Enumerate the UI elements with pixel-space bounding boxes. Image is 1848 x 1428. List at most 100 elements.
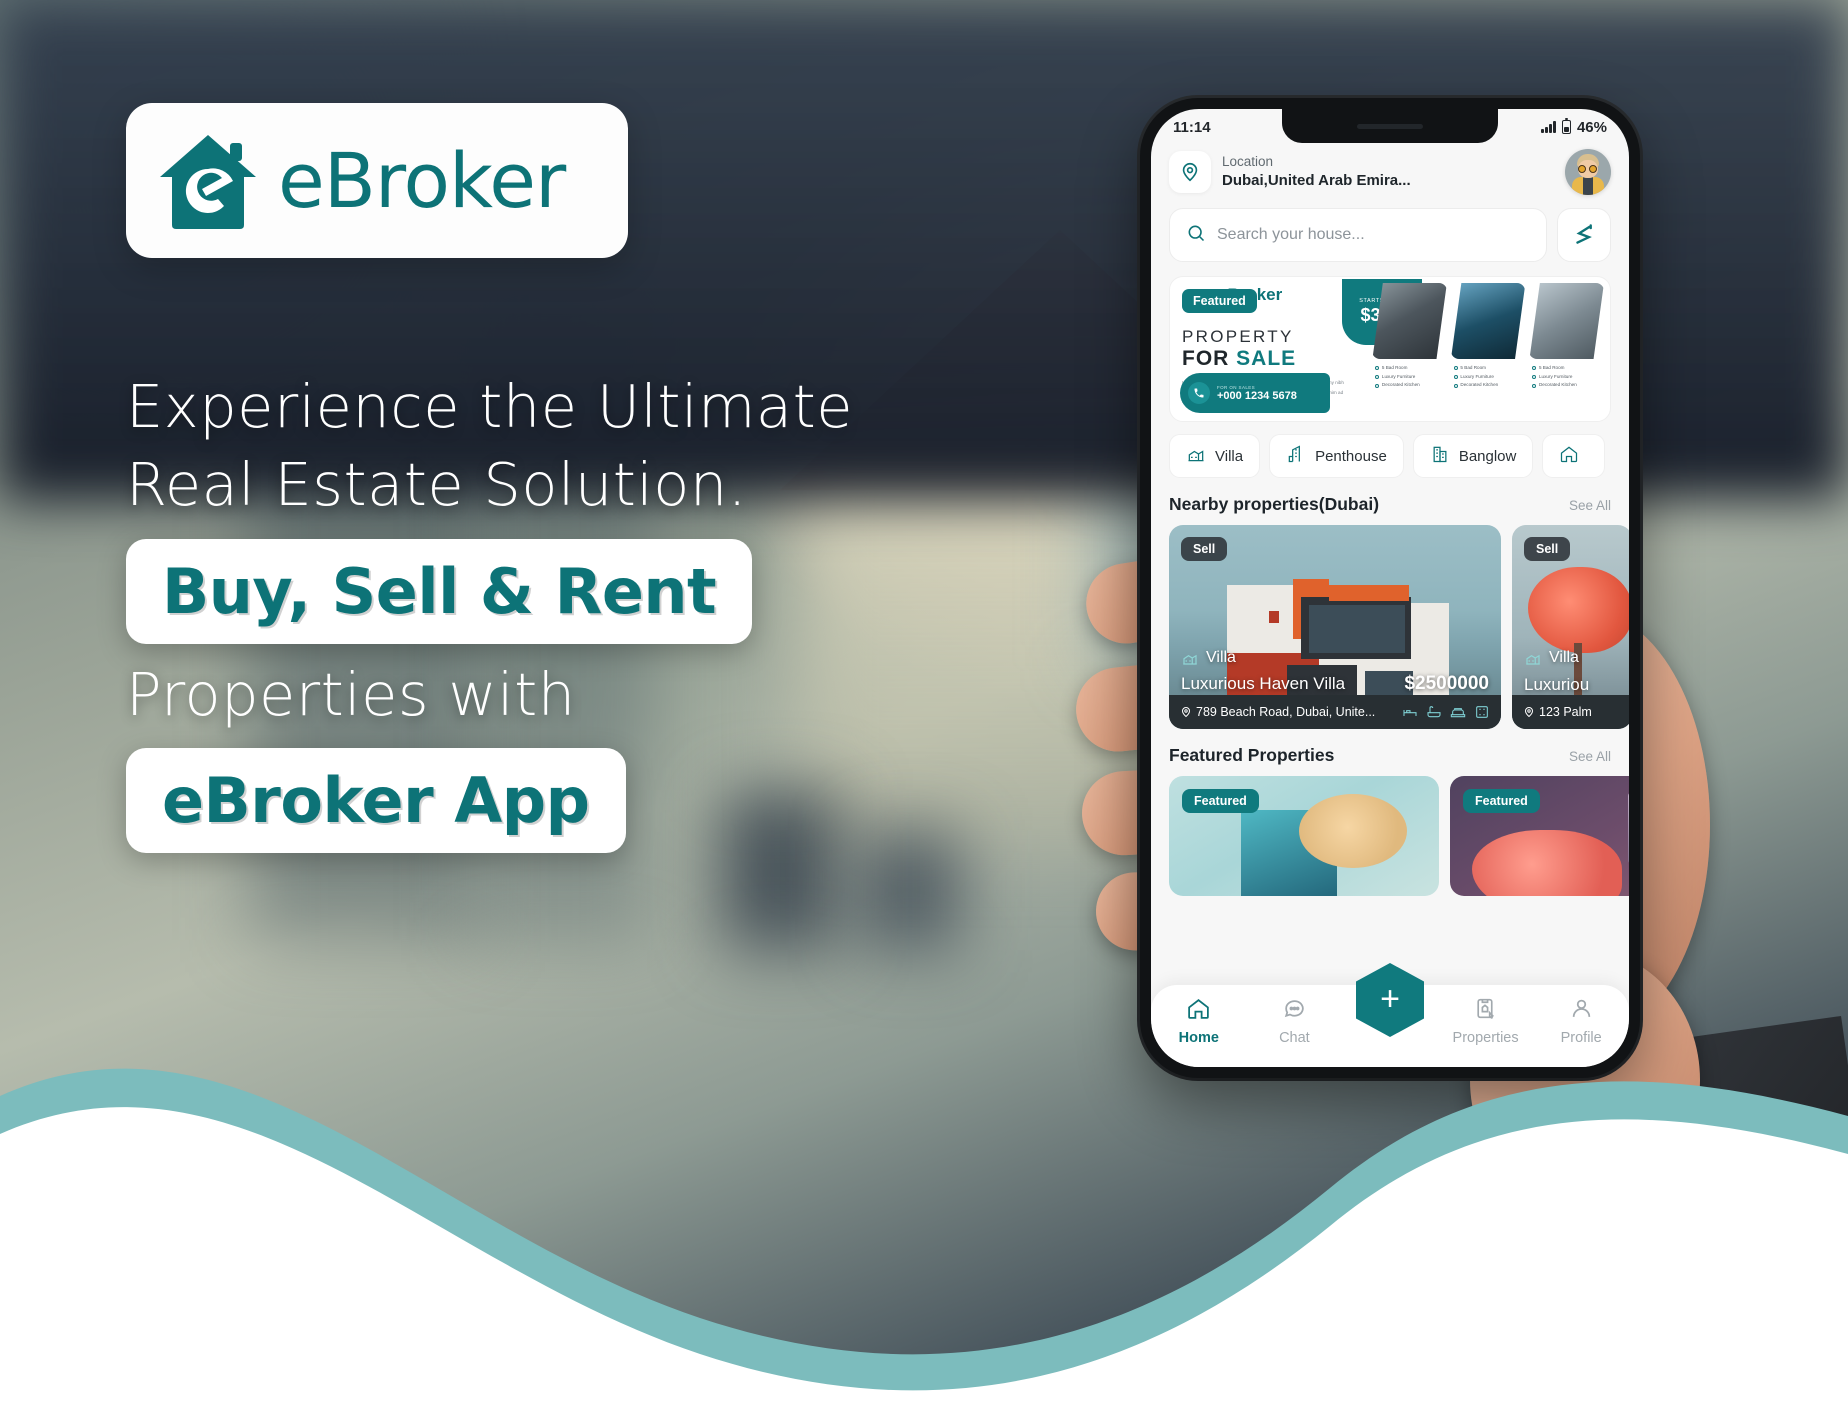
villa-icon (1186, 444, 1206, 468)
status-indicators: 46% (1541, 117, 1607, 136)
featured-section-header: Featured Properties See All (1169, 745, 1611, 766)
property-title-row: Luxuriou (1512, 675, 1629, 695)
profile-icon (1569, 996, 1594, 1025)
banner-feature: Decorated Kitchen (1453, 381, 1526, 390)
featured-tree (1472, 830, 1622, 896)
property-card[interactable]: Sell Villa Luxurious Haven Villa $250000… (1169, 525, 1501, 729)
nearby-see-all[interactable]: See All (1569, 498, 1611, 513)
category-chip-penthouse[interactable]: Penthouse (1269, 434, 1404, 478)
nearby-section-header: Nearby properties(Dubai) See All (1169, 494, 1611, 515)
featured-badge: Featured (1182, 789, 1259, 813)
category-chip-villa[interactable]: Villa (1169, 434, 1261, 478)
add-property-fab[interactable]: + (1356, 963, 1424, 1037)
app-content: Location Dubai,United Arab Emira... Sear… (1151, 149, 1629, 896)
property-footer: 789 Beach Road, Dubai, Unite... (1169, 695, 1501, 729)
property-type-label: Villa (1549, 649, 1579, 666)
property-card[interactable]: Sell Villa Luxuriou 123 Palm (1512, 525, 1629, 729)
banner-photo (1529, 283, 1604, 359)
hero-line-3: Properties with (126, 659, 576, 729)
featured-card[interactable]: Featured (1450, 776, 1629, 896)
phone-device: 11:14 46% Location Dubai,United Arab Emi… (1140, 98, 1640, 1078)
banner-featured-badge: Featured (1182, 289, 1257, 313)
property-amenities (1402, 704, 1490, 720)
hero-pill-1-text: Buy, Sell & Rent (162, 554, 717, 628)
map-pin-icon (1169, 151, 1211, 193)
banner-feature: Luxury Furniture (1375, 373, 1447, 382)
area-icon (1476, 706, 1488, 718)
battery-percent: 46% (1576, 118, 1607, 136)
bottom-navigation: Home Chat Properties Profile + (1151, 963, 1629, 1067)
check-icon (1453, 383, 1458, 388)
property-footer: 123 Palm (1512, 695, 1629, 729)
phone-notch (1282, 109, 1498, 143)
banner-call-block: FOR ON SALES +000 1234 5678 (1180, 373, 1330, 413)
banner-feature: Luxury Furniture (1532, 373, 1604, 382)
property-type-label: Villa (1206, 649, 1236, 666)
banner-feature: 5 Bad Room (1532, 364, 1604, 373)
home-icon (1559, 444, 1579, 468)
banner-heading-bottom: FOR SALE (1182, 347, 1297, 370)
property-price: $2500000 (1404, 673, 1489, 694)
nav-item-home[interactable]: Home (1151, 996, 1247, 1056)
nav-item-properties[interactable]: Properties (1438, 996, 1534, 1056)
properties-icon (1473, 996, 1498, 1025)
featured-card[interactable]: Featured (1169, 776, 1439, 896)
featured-see-all[interactable]: See All (1569, 749, 1611, 764)
property-title: Luxuriou (1524, 675, 1590, 694)
banner-feature: 5 Bad Room (1453, 364, 1526, 373)
property-status-badge: Sell (1524, 537, 1571, 561)
hero-pill-2-text: eBroker App (162, 764, 590, 838)
hero-line-1: Experience the Ultimate (126, 372, 854, 441)
search-row (1169, 208, 1611, 262)
nav-item-profile[interactable]: Profile (1533, 996, 1629, 1056)
search-input[interactable] (1217, 226, 1530, 244)
nav-label: Properties (1452, 1030, 1519, 1046)
location-text-group: Location Dubai,United Arab Emira... (1222, 153, 1411, 191)
check-icon (1532, 375, 1537, 380)
banner-photo (1450, 283, 1526, 359)
avatar[interactable] (1565, 149, 1611, 195)
banner-call-text: FOR ON SALES +000 1234 5678 (1217, 385, 1297, 402)
category-label: Banglow (1458, 447, 1517, 465)
promo-banner[interactable]: eBroker Featured PROPERTY FOR SALE Lorem… (1169, 276, 1611, 422)
status-time: 11:14 (1173, 118, 1211, 136)
filter-icon[interactable] (1557, 208, 1611, 262)
location-header[interactable]: Location Dubai,United Arab Emira... (1169, 149, 1611, 195)
category-chip-banglow[interactable]: Banglow (1412, 434, 1534, 478)
hero-line-2: Real Estate Solution. (126, 450, 748, 520)
property-title-row: Luxurious Haven Villa $2500000 (1169, 673, 1501, 695)
nav-label: Home (1178, 1030, 1219, 1046)
hero-pill-2: eBroker App (126, 748, 626, 854)
nav-label: Chat (1279, 1030, 1310, 1046)
category-chip-home[interactable] (1542, 434, 1606, 478)
earpiece-speaker (1357, 123, 1423, 129)
nav-item-chat[interactable]: Chat (1247, 996, 1343, 1056)
banner-feature: Decorated Kitchen (1375, 381, 1447, 390)
featured-window (1628, 792, 1629, 864)
banner-feature-list: 5 Bad Room Luxury Furniture Decorated Ki… (1529, 364, 1604, 390)
location-label: Location (1222, 153, 1274, 169)
banner-photo (1372, 283, 1447, 359)
check-icon (1453, 375, 1458, 380)
check-icon (1453, 366, 1458, 371)
check-icon (1375, 375, 1380, 380)
banner-feature-list: 5 Bad Room Luxury Furniture Decorated Ki… (1372, 364, 1447, 390)
banner-left: eBroker Featured PROPERTY FOR SALE Lorem… (1170, 277, 1422, 421)
search-icon (1186, 223, 1206, 248)
category-label: Penthouse (1315, 447, 1387, 465)
property-address-text: 123 Palm (1539, 705, 1592, 719)
property-title: Luxurious Haven Villa (1181, 674, 1346, 693)
plus-icon: + (1380, 980, 1400, 1018)
property-type: Villa (1181, 649, 1236, 667)
banner-feature: Decorated Kitchen (1532, 381, 1604, 390)
banner-column: 5 Bad Room Luxury Furniture Decorated Ki… (1372, 283, 1447, 415)
penthouse-icon (1286, 444, 1306, 468)
signal-bars-icon (1541, 121, 1556, 133)
category-label: Villa (1215, 447, 1244, 465)
property-address-text: 789 Beach Road, Dubai, Unite... (1196, 705, 1376, 719)
search-box[interactable] (1169, 208, 1547, 262)
featured-list: Featured Featured (1169, 776, 1629, 896)
bed-icon (1403, 710, 1417, 716)
chat-icon (1282, 996, 1307, 1025)
property-type: Villa (1524, 649, 1579, 667)
